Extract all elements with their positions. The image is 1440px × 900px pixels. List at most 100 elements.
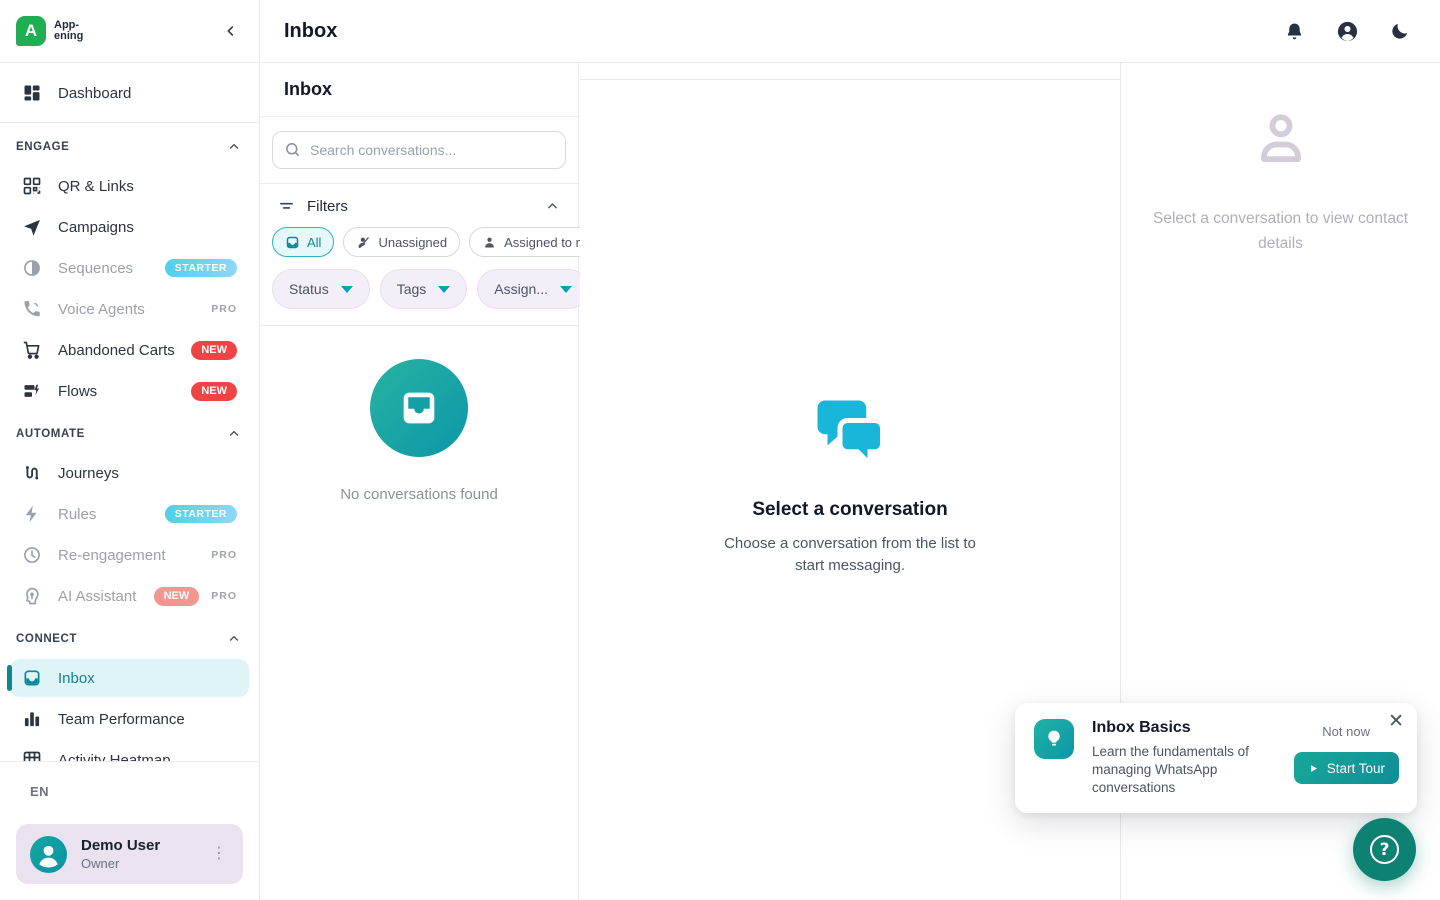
bell-icon: [1284, 21, 1305, 42]
lightbulb-icon: [1043, 728, 1065, 750]
divider: [0, 122, 259, 123]
sidebar-item-inbox[interactable]: Inbox: [10, 659, 249, 697]
close-icon[interactable]: ✕: [1388, 712, 1404, 731]
user-slash-icon: [356, 235, 371, 250]
user-circle-icon: [30, 836, 67, 873]
dropdown-label: Status: [289, 281, 329, 297]
tour-description: Learn the fundamentals of managing Whats…: [1092, 743, 1260, 797]
dropdown-label: Assign...: [494, 281, 548, 297]
start-tour-button[interactable]: Start Tour: [1294, 752, 1399, 784]
section-label: AUTOMATE: [16, 428, 85, 440]
shopping-cart-icon: [22, 340, 42, 360]
route-icon: [22, 463, 42, 483]
app-logo-icon: A: [16, 16, 46, 46]
user-avatar: [30, 836, 67, 873]
phone-icon: [22, 299, 42, 319]
sidebar-item-label: Voice Agents: [58, 301, 145, 318]
sidebar-item-re-engagement[interactable]: Re-engagement PRO: [10, 536, 249, 574]
chat-bubbles-icon: [810, 393, 890, 473]
dashboard-icon: [22, 83, 42, 103]
filters-section: Filters All Unassigned Assigned to me: [260, 184, 578, 326]
sidebar-item-label: QR & Links: [58, 178, 134, 195]
user-card[interactable]: Demo User Owner ⋮: [16, 824, 243, 884]
chevron-down-icon: [438, 286, 450, 293]
sidebar-item-abandoned-carts[interactable]: Abandoned Carts NEW: [10, 331, 249, 369]
filter-chip-unassigned[interactable]: Unassigned: [343, 227, 460, 257]
sidebar-item-label: Campaigns: [58, 219, 134, 236]
section-header-engage[interactable]: ENGAGE: [0, 135, 259, 159]
sidebar-item-label: Dashboard: [58, 85, 131, 102]
notifications-button[interactable]: [1284, 21, 1305, 42]
sidebar-item-team-performance[interactable]: Team Performance: [10, 700, 249, 738]
empty-state-title: Select a conversation: [752, 499, 947, 521]
conversations-empty-state: No conversations found: [260, 326, 578, 503]
tags-dropdown[interactable]: Tags: [380, 269, 468, 309]
search-input[interactable]: [272, 131, 566, 169]
user-role: Owner: [81, 856, 160, 871]
sidebar-item-label: AI Assistant: [58, 588, 136, 605]
user-menu-dots-icon[interactable]: ⋮: [205, 840, 233, 868]
assignee-dropdown[interactable]: Assign...: [477, 269, 589, 309]
user-icon: [482, 235, 497, 250]
new-badge: NEW: [191, 341, 237, 360]
sidebar-item-label: Rules: [58, 506, 96, 523]
sidebar-item-voice-agents[interactable]: Voice Agents PRO: [10, 290, 249, 328]
section-label: CONNECT: [16, 633, 77, 645]
sidebar-item-label: Inbox: [58, 670, 95, 687]
filter-chip-all[interactable]: All: [272, 227, 334, 257]
qr-code-icon: [22, 176, 42, 196]
topbar-actions: [1284, 20, 1410, 43]
chevron-up-icon: [227, 427, 241, 441]
sidebar-item-rules[interactable]: Rules STARTER: [10, 495, 249, 533]
sidebar-nav: Dashboard ENGAGE QR & Links Campaigns Se…: [0, 63, 259, 761]
start-tour-label: Start Tour: [1327, 761, 1385, 776]
sequence-disc-icon: [22, 258, 42, 278]
section-header-automate[interactable]: AUTOMATE: [0, 422, 259, 446]
language-selector[interactable]: EN: [16, 784, 243, 799]
sidebar-collapse-button[interactable]: [219, 19, 243, 43]
bar-chart-icon: [22, 709, 42, 729]
tour-popup: Inbox Basics Learn the fundamentals of m…: [1015, 703, 1417, 813]
sidebar-item-sequences[interactable]: Sequences STARTER: [10, 249, 249, 287]
tour-actions: Not now Start Tour: [1294, 719, 1399, 797]
sidebar-item-label: Activity Heatmap: [58, 752, 171, 762]
chip-label: Unassigned: [378, 235, 447, 250]
sidebar-item-flows[interactable]: Flows NEW: [10, 372, 249, 410]
dropdown-label: Tags: [397, 281, 427, 297]
section-header-connect[interactable]: CONNECT: [0, 627, 259, 651]
inbox-icon: [22, 668, 42, 688]
sidebar-item-dashboard[interactable]: Dashboard: [10, 74, 249, 112]
chat-header-strip: [580, 63, 1120, 80]
sidebar-item-label: Journeys: [58, 465, 119, 482]
chevron-down-icon: [560, 286, 572, 293]
user-name: Demo User: [81, 837, 160, 854]
dark-mode-toggle[interactable]: [1390, 21, 1410, 41]
sidebar-item-ai-assistant[interactable]: AI Assistant NEW PRO: [10, 577, 249, 615]
chevron-up-icon[interactable]: [545, 199, 560, 214]
status-dropdown[interactable]: Status: [272, 269, 370, 309]
account-button[interactable]: [1336, 20, 1359, 43]
new-badge: NEW: [154, 587, 200, 606]
not-now-button[interactable]: Not now: [1322, 724, 1370, 739]
send-icon: [22, 217, 42, 237]
moon-icon: [1390, 21, 1410, 41]
sidebar-item-journeys[interactable]: Journeys: [10, 454, 249, 492]
sidebar-item-activity-heatmap[interactable]: Activity Heatmap: [10, 741, 249, 761]
conversations-heading: Inbox: [260, 63, 578, 117]
section-label: ENGAGE: [16, 141, 69, 153]
filters-label: Filters: [307, 198, 348, 215]
help-button[interactable]: ?: [1353, 818, 1416, 881]
question-mark-icon: ?: [1370, 835, 1399, 864]
chevron-up-icon: [227, 632, 241, 646]
user-circle-icon: [1336, 20, 1359, 43]
sidebar-item-label: Flows: [58, 383, 97, 400]
sidebar-item-campaigns[interactable]: Campaigns: [10, 208, 249, 246]
conversations-panel: Inbox Filters All Unassigned: [260, 63, 579, 900]
sidebar-footer: EN Demo User Owner ⋮: [0, 761, 259, 900]
app-logo[interactable]: A App- ening: [16, 16, 83, 46]
starter-badge: STARTER: [165, 259, 237, 278]
sidebar-item-label: Team Performance: [58, 711, 185, 728]
inbox-icon: [396, 385, 442, 431]
pro-tag: PRO: [211, 303, 237, 315]
sidebar-item-qr-links[interactable]: QR & Links: [10, 167, 249, 205]
